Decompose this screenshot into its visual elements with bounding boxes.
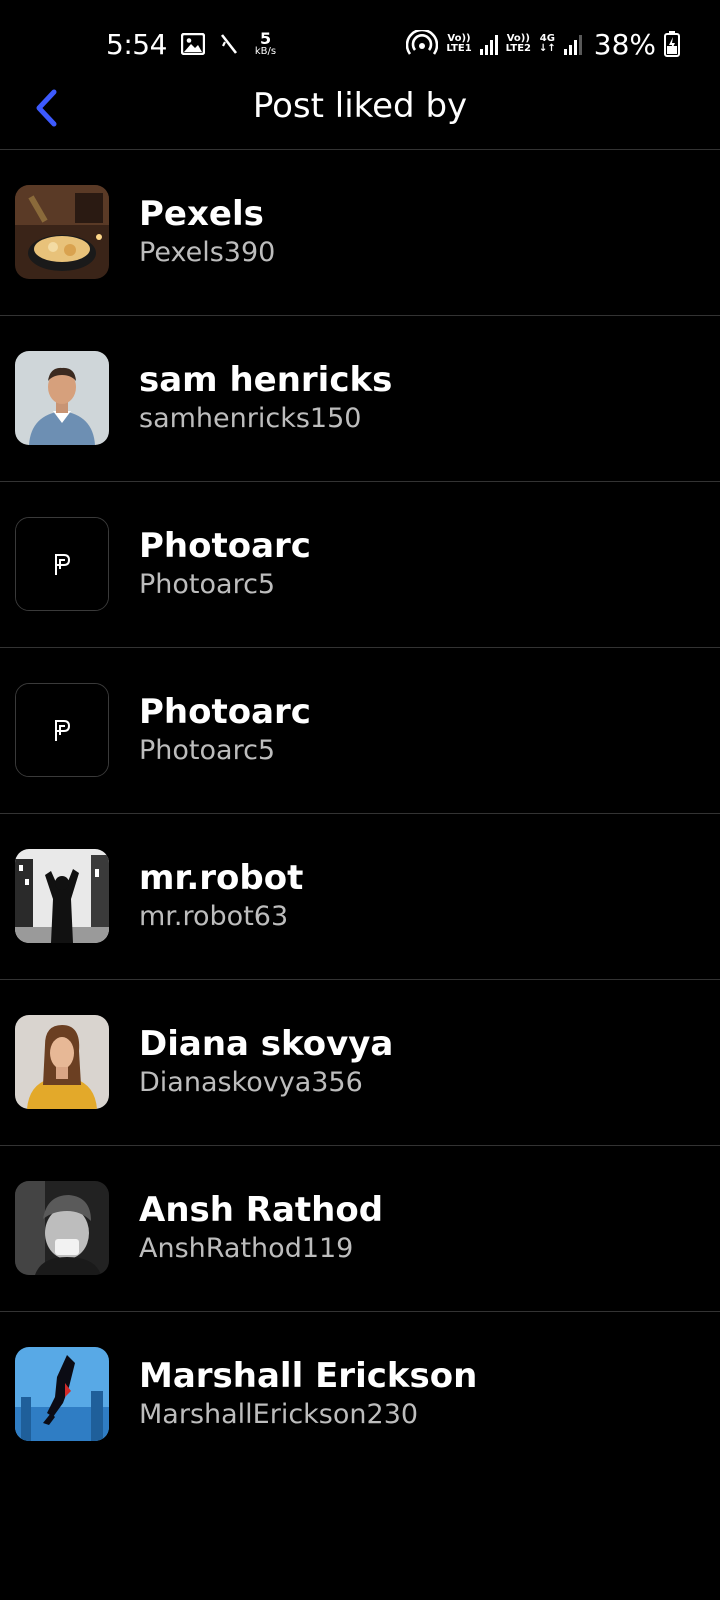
display-name: Marshall Erickson bbox=[139, 1356, 478, 1396]
display-name: Ansh Rathod bbox=[139, 1190, 384, 1230]
user-names: sam henricks samhenricks150 bbox=[139, 360, 392, 438]
avatar[interactable] bbox=[15, 185, 109, 279]
user-names: Marshall Erickson MarshallErickson230 bbox=[139, 1356, 477, 1434]
avatar[interactable] bbox=[15, 351, 109, 445]
sim1-lte: LTE1 bbox=[446, 43, 472, 54]
user-names: Photoarc Photoarc5 bbox=[139, 526, 311, 604]
avatar[interactable] bbox=[15, 849, 109, 943]
sim2-label: Vo)) LTE2 bbox=[505, 33, 531, 55]
username: samhenricks150 bbox=[139, 403, 362, 434]
avatar[interactable] bbox=[15, 517, 109, 611]
username: Dianaskovya356 bbox=[139, 1067, 363, 1098]
hotspot-icon bbox=[406, 30, 439, 58]
display-name: Diana skovya bbox=[139, 1024, 394, 1064]
page-title: Post liked by bbox=[252, 86, 468, 126]
avatar[interactable] bbox=[15, 683, 109, 777]
network-speed-value: 5 bbox=[259, 29, 272, 48]
battery-percent: 38% bbox=[593, 27, 656, 61]
battery-charging-icon bbox=[664, 31, 680, 57]
signal-blocked-icon bbox=[219, 32, 239, 56]
display-name: sam henricks bbox=[139, 360, 393, 400]
user-names: Ansh Rathod AnshRathod119 bbox=[139, 1190, 383, 1268]
list-item[interactable]: Marshall Erickson MarshallErickson230 bbox=[0, 1312, 720, 1478]
avatar[interactable] bbox=[15, 1181, 109, 1275]
username: mr.robot63 bbox=[139, 901, 289, 932]
list-item[interactable]: sam henricks samhenricks150 bbox=[0, 316, 720, 482]
list-item[interactable]: Pexels Pexels390 bbox=[0, 150, 720, 316]
list-item[interactable]: Diana skovya Dianaskovya356 bbox=[0, 980, 720, 1146]
display-name: mr.robot bbox=[139, 858, 304, 898]
likes-list: Pexels Pexels390 sam henricks samhenrick… bbox=[0, 150, 720, 1478]
list-item[interactable]: Photoarc Photoarc5 bbox=[0, 482, 720, 648]
app-header: Post liked by bbox=[0, 72, 720, 150]
user-names: Pexels Pexels390 bbox=[139, 194, 275, 272]
user-names: Photoarc Photoarc5 bbox=[139, 692, 311, 770]
signal-icon-sim2 bbox=[563, 33, 582, 55]
username: Photoarc5 bbox=[139, 735, 276, 766]
display-name: Photoarc bbox=[139, 692, 311, 732]
data-arrows-icon: ↓↑ bbox=[539, 43, 556, 54]
list-item[interactable]: Ansh Rathod AnshRathod119 bbox=[0, 1146, 720, 1312]
avatar[interactable] bbox=[15, 1347, 109, 1441]
display-name: Photoarc bbox=[139, 526, 311, 566]
display-name: Pexels bbox=[139, 194, 264, 234]
sim1-label: Vo)) LTE1 bbox=[446, 33, 472, 55]
username: AnshRathod119 bbox=[139, 1233, 354, 1264]
network-speed-unit: kB/s bbox=[254, 46, 277, 57]
status-time: 5:54 bbox=[106, 27, 167, 61]
network-type-label: 4G ↓↑ bbox=[539, 33, 556, 55]
user-names: mr.robot mr.robot63 bbox=[139, 858, 303, 936]
username: Photoarc5 bbox=[139, 569, 276, 600]
username: MarshallErickson230 bbox=[139, 1399, 419, 1430]
signal-icon-sim1 bbox=[479, 33, 498, 55]
avatar[interactable] bbox=[15, 1015, 109, 1109]
list-item[interactable]: mr.robot mr.robot63 bbox=[0, 814, 720, 980]
username: Pexels390 bbox=[139, 237, 276, 268]
sim2-lte: LTE2 bbox=[505, 43, 531, 54]
network-speed: 5 kB/s bbox=[255, 31, 276, 57]
gallery-icon bbox=[180, 33, 205, 55]
list-item[interactable]: Photoarc Photoarc5 bbox=[0, 648, 720, 814]
user-names: Diana skovya Dianaskovya356 bbox=[139, 1024, 393, 1102]
